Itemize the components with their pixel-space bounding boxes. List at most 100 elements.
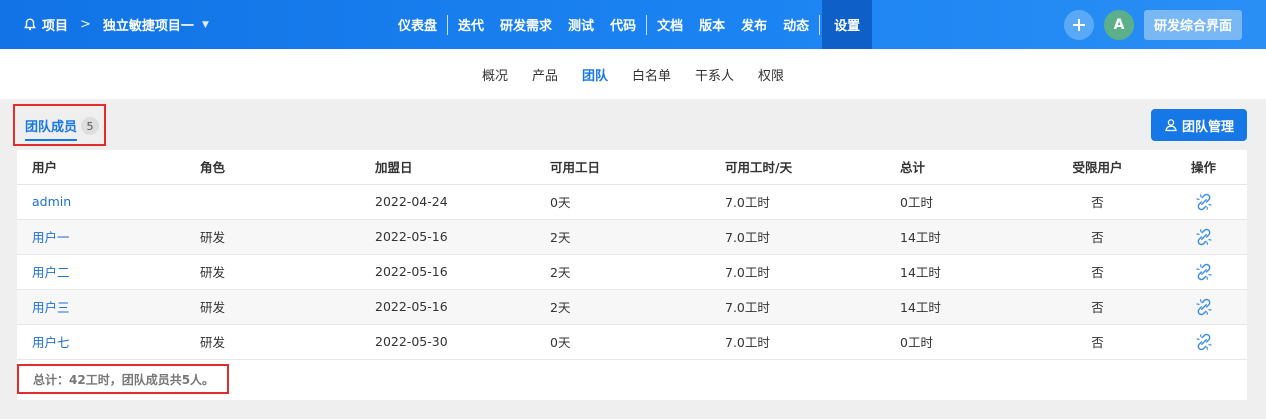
hours-per-day-cell: 7.0工时	[710, 219, 885, 255]
days-cell: 2天	[535, 289, 710, 325]
nav-release[interactable]: 发布	[733, 0, 775, 49]
restricted-cell: 否	[1035, 219, 1160, 255]
hours-per-day-cell: 7.0工时	[710, 324, 885, 360]
subnav-team[interactable]: 团队	[582, 65, 608, 84]
join-date-cell: 2022-05-16	[360, 289, 535, 325]
join-date-cell: 2022-05-16	[360, 254, 535, 290]
restricted-cell: 否	[1035, 184, 1160, 220]
nav-code[interactable]: 代码	[602, 0, 644, 49]
header-hours-per-day[interactable]: 可用工时/天	[710, 150, 885, 185]
table-row: 用户七 研发 2022-05-30 0天 7.0工时 0工时 否	[17, 324, 1247, 360]
team-manage-button-label: 团队管理	[1181, 119, 1234, 135]
nav-divider	[819, 14, 821, 35]
nav-divider	[646, 14, 648, 35]
team-manage-button[interactable]: 团队管理	[1151, 109, 1247, 141]
unlink-icon[interactable]	[1195, 333, 1213, 351]
breadcrumb-root[interactable]: 项目	[42, 15, 68, 34]
unlink-icon[interactable]	[1195, 228, 1213, 246]
join-date-cell: 2022-05-30	[360, 324, 535, 360]
actions-cell	[1160, 324, 1247, 360]
nav-activity[interactable]: 动态	[775, 0, 817, 49]
create-plus-button[interactable]	[1063, 9, 1094, 40]
restricted-cell: 否	[1035, 289, 1160, 325]
chevron-down-icon[interactable]: ▼	[202, 20, 209, 30]
header-restricted[interactable]: 受限用户	[1035, 150, 1160, 185]
actions-cell	[1160, 254, 1247, 290]
days-cell: 0天	[535, 324, 710, 360]
restricted-cell: 否	[1035, 324, 1160, 360]
role-cell	[185, 184, 360, 220]
breadcrumb-separator: >	[80, 17, 91, 32]
breadcrumb: 项目 > 独立敏捷项目一 ▼	[24, 0, 209, 49]
unlink-icon[interactable]	[1195, 193, 1213, 211]
actions-cell	[1160, 289, 1247, 325]
total-cell: 14工时	[885, 219, 1035, 255]
hours-per-day-cell: 7.0工时	[710, 254, 885, 290]
actions-cell	[1160, 219, 1247, 255]
hours-per-day-cell: 7.0工时	[710, 289, 885, 325]
days-cell: 2天	[535, 219, 710, 255]
team-summary: 总计：42工时，团队成员共5人。	[17, 364, 229, 394]
subnav-whitelist[interactable]: 白名单	[632, 65, 671, 84]
subnav-overview[interactable]: 概况	[482, 65, 508, 84]
subnav-product[interactable]: 产品	[532, 65, 558, 84]
total-cell: 14工时	[885, 289, 1035, 325]
role-cell: 研发	[185, 324, 360, 360]
user-avatar[interactable]: A	[1103, 9, 1134, 40]
join-date-cell: 2022-05-16	[360, 219, 535, 255]
table-row: 用户一 研发 2022-05-16 2天 7.0工时 14工时 否	[17, 219, 1247, 255]
nav-docs[interactable]: 文档	[649, 0, 691, 49]
unlink-icon[interactable]	[1195, 298, 1213, 316]
subnav-permissions[interactable]: 权限	[758, 65, 784, 84]
member-count-badge: 5	[81, 117, 99, 135]
user-link[interactable]: 用户二	[17, 254, 185, 290]
rd-integrated-view-button[interactable]: 研发综合界面	[1143, 9, 1242, 40]
total-cell: 0工时	[885, 184, 1035, 220]
nav-requirements[interactable]: 研发需求	[492, 0, 560, 49]
nav-divider	[447, 14, 449, 35]
top-navigation-bar: 项目 > 独立敏捷项目一 ▼ 仪表盘 迭代 研发需求 测试 代码 文档 版本 发…	[0, 0, 1266, 49]
team-members-tab-label: 团队成员	[25, 116, 78, 141]
hours-per-day-cell: 7.0工时	[710, 184, 885, 220]
nav-iteration[interactable]: 迭代	[450, 0, 492, 49]
role-cell: 研发	[185, 219, 360, 255]
header-user[interactable]: 用户	[17, 150, 185, 185]
days-cell: 0天	[535, 184, 710, 220]
role-cell: 研发	[185, 254, 360, 290]
main-nav: 仪表盘 迭代 研发需求 测试 代码 文档 版本 发布 动态 设置	[390, 0, 873, 49]
user-link[interactable]: 用户一	[17, 219, 185, 255]
user-icon	[1165, 119, 1177, 132]
header-join-date[interactable]: 加盟日	[360, 150, 535, 185]
days-cell: 2天	[535, 254, 710, 290]
team-members-table: 用户 角色 加盟日 可用工日 可用工时/天 总计 受限用户 操作 admin 2…	[17, 150, 1247, 360]
header-total[interactable]: 总计	[885, 150, 1035, 185]
nav-settings[interactable]: 设置	[822, 0, 873, 49]
total-cell: 14工时	[885, 254, 1035, 290]
team-members-tab[interactable]: 团队成员 5	[13, 104, 106, 146]
restricted-cell: 否	[1035, 254, 1160, 290]
table-row: 用户三 研发 2022-05-16 2天 7.0工时 14工时 否	[17, 289, 1247, 325]
team-table-card: 用户 角色 加盟日 可用工日 可用工时/天 总计 受限用户 操作 admin 2…	[17, 150, 1247, 400]
nav-testing[interactable]: 测试	[560, 0, 602, 49]
topbar-actions: A 研发综合界面	[1063, 0, 1242, 49]
actions-cell	[1160, 184, 1247, 220]
header-available-days[interactable]: 可用工日	[535, 150, 710, 185]
settings-subnav: 概况 产品 团队 白名单 干系人 权限	[0, 49, 1266, 99]
join-date-cell: 2022-04-24	[360, 184, 535, 220]
header-role[interactable]: 角色	[185, 150, 360, 185]
nav-dashboard[interactable]: 仪表盘	[390, 0, 445, 49]
user-link[interactable]: 用户七	[17, 324, 185, 360]
table-row: admin 2022-04-24 0天 7.0工时 0工时 否	[17, 184, 1247, 220]
nav-version[interactable]: 版本	[691, 0, 733, 49]
subnav-stakeholders[interactable]: 干系人	[695, 65, 734, 84]
unlink-icon[interactable]	[1195, 263, 1213, 281]
total-cell: 0工时	[885, 324, 1035, 360]
header-actions: 操作	[1160, 150, 1247, 185]
table-header-row: 用户 角色 加盟日 可用工日 可用工时/天 总计 受限用户 操作	[17, 150, 1247, 185]
project-bell-icon	[24, 18, 36, 31]
project-selector[interactable]: 独立敏捷项目一	[103, 15, 194, 34]
user-link[interactable]: 用户三	[17, 289, 185, 325]
user-link[interactable]: admin	[17, 184, 185, 220]
role-cell: 研发	[185, 289, 360, 325]
table-row: 用户二 研发 2022-05-16 2天 7.0工时 14工时 否	[17, 254, 1247, 290]
